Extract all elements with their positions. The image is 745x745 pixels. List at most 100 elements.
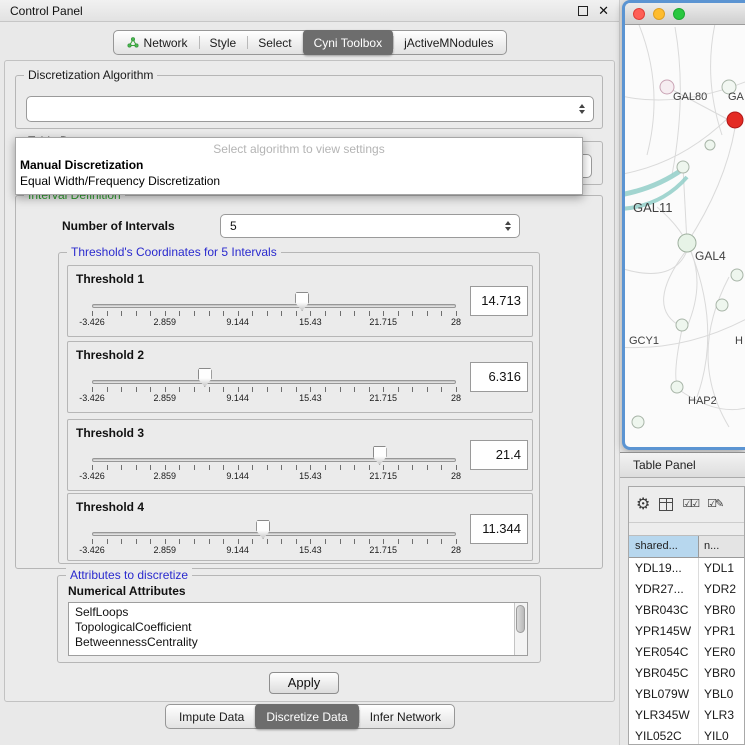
table-cell-name[interactable]: YIL0	[699, 726, 744, 745]
gear-icon[interactable]: ⚙	[636, 497, 650, 513]
popup-item-equal-width-frequency[interactable]: Equal Width/Frequency Discretization	[16, 173, 582, 189]
algorithm-combobox[interactable]	[26, 96, 594, 122]
tab-select[interactable]: Select	[247, 32, 302, 53]
network-node[interactable]	[671, 381, 683, 393]
slider-tick	[165, 465, 166, 470]
table-splitter[interactable]	[629, 523, 744, 536]
attribute-list-item[interactable]: TopologicalCoefficient	[75, 620, 514, 635]
close-window-icon[interactable]: ✕	[598, 4, 609, 17]
selected-network-node[interactable]	[727, 112, 743, 128]
tab-discretize-data[interactable]: Discretize Data	[255, 704, 358, 729]
table-cell-shared-name[interactable]: YIL052C	[629, 726, 699, 745]
threshold-value-field[interactable]: 14.713	[470, 286, 528, 316]
apply-button[interactable]: Apply	[269, 672, 339, 694]
threshold-panel: Threshold 1 14.713 -3.4262.8599.14415.43…	[67, 265, 533, 337]
slider-tick	[310, 387, 311, 392]
number-of-intervals-spinner[interactable]: 5	[220, 214, 520, 238]
table-cell-shared-name[interactable]: YBR043C	[629, 600, 699, 621]
slider-handle[interactable]	[256, 520, 270, 539]
table-row[interactable]: YBL079WYBL0	[629, 684, 744, 705]
spinner-arrows-icon[interactable]	[505, 221, 511, 231]
table-row[interactable]: YER054CYER0	[629, 642, 744, 663]
table-cell-shared-name[interactable]: YPR145W	[629, 621, 699, 642]
tab-jactivemnodules[interactable]: jActiveMNodules	[393, 32, 504, 53]
slider-tick	[165, 387, 166, 392]
network-node[interactable]	[678, 234, 696, 252]
edit-values-icon[interactable]: ☑✎	[707, 499, 722, 510]
slider-tick	[398, 387, 399, 392]
network-node[interactable]	[731, 269, 743, 281]
thresholds-coordinates-group: Threshold's Coordinates for 5 Intervals …	[58, 252, 540, 564]
slider-tick	[383, 539, 384, 544]
table-row[interactable]: YBR043CYBR0	[629, 600, 744, 621]
slider-handle[interactable]	[198, 368, 212, 387]
column-header-shared-name[interactable]: shared...	[629, 536, 699, 557]
table-cell-name[interactable]: YPR1	[699, 621, 744, 642]
tab-style[interactable]: Style	[199, 32, 248, 53]
slider-tick	[340, 311, 341, 316]
network-node[interactable]	[676, 319, 688, 331]
table-cell-name[interactable]: YLR3	[699, 705, 744, 726]
slider-track[interactable]	[92, 380, 456, 384]
slider-track[interactable]	[92, 532, 456, 536]
table-cell-shared-name[interactable]: YBR045C	[629, 663, 699, 684]
list-scrollbar[interactable]	[514, 603, 527, 655]
slider-tick	[398, 465, 399, 470]
table-row[interactable]: YIL052CYIL0	[629, 726, 744, 745]
tab-network[interactable]: Network	[116, 32, 199, 53]
slider-track[interactable]	[92, 458, 456, 462]
network-node[interactable]	[677, 161, 689, 173]
attribute-list-item[interactable]: SelfLoops	[75, 605, 514, 620]
table-cell-shared-name[interactable]: YBL079W	[629, 684, 699, 705]
table-cell-name[interactable]: YBR0	[699, 663, 744, 684]
tab-infer-network[interactable]: Infer Network	[359, 706, 452, 727]
table-cell-name[interactable]: YDR2	[699, 579, 744, 600]
zoom-traffic-light-icon[interactable]	[673, 8, 685, 20]
table-cell-shared-name[interactable]: YDL19...	[629, 558, 699, 579]
slider-tick	[441, 387, 442, 392]
network-node[interactable]	[705, 140, 715, 150]
network-nodes[interactable]	[632, 80, 743, 428]
tab-label: Discretize Data	[266, 710, 347, 724]
slider-tick	[456, 539, 457, 544]
column-header-name[interactable]: n...	[699, 536, 744, 557]
bottom-tab-bar: Impute Data Discretize Data Infer Networ…	[0, 704, 620, 729]
float-window-icon[interactable]	[578, 6, 588, 16]
threshold-value-field[interactable]: 11.344	[470, 514, 528, 544]
table-row[interactable]: YLR345WYLR3	[629, 705, 744, 726]
slider-tick	[383, 387, 384, 392]
table-row[interactable]: YBR045CYBR0	[629, 663, 744, 684]
popup-item-manual-discretization[interactable]: Manual Discretization	[16, 157, 582, 173]
table-cell-name[interactable]: YDL1	[699, 558, 744, 579]
table-row[interactable]: YDL19...YDL1	[629, 558, 744, 579]
threshold-value-field[interactable]: 21.4	[470, 440, 528, 470]
tab-cyni-toolbox[interactable]: Cyni Toolbox	[303, 30, 393, 55]
network-node[interactable]	[632, 416, 644, 428]
slider-scale-label: 28	[451, 545, 461, 555]
attribute-list-item[interactable]: BetweennessCentrality	[75, 635, 514, 650]
select-columns-icon[interactable]: ☑☑	[682, 499, 698, 510]
table-cell-shared-name[interactable]: YLR345W	[629, 705, 699, 726]
tab-impute-data[interactable]: Impute Data	[168, 706, 255, 727]
table-cell-shared-name[interactable]: YDR27...	[629, 579, 699, 600]
slider-track[interactable]	[92, 304, 456, 308]
table-columns-icon[interactable]	[659, 498, 673, 511]
scrollbar-thumb[interactable]	[516, 605, 525, 633]
network-canvas[interactable]: GAL80 GA GAL11 GAL4 GCY1 H HAP2	[625, 25, 745, 447]
minimize-traffic-light-icon[interactable]	[653, 8, 665, 20]
network-node[interactable]	[660, 80, 674, 94]
network-node[interactable]	[716, 299, 728, 311]
table-cell-shared-name[interactable]: YER054C	[629, 642, 699, 663]
table-cell-name[interactable]: YBR0	[699, 600, 744, 621]
close-traffic-light-icon[interactable]	[633, 8, 645, 20]
table-row[interactable]: YDR27...YDR2	[629, 579, 744, 600]
slider-tick	[456, 311, 457, 316]
threshold-value-field[interactable]: 6.316	[470, 362, 528, 392]
slider-handle[interactable]	[373, 446, 387, 465]
table-row[interactable]: YPR145WYPR1	[629, 621, 744, 642]
slider-handle[interactable]	[295, 292, 309, 311]
network-view-window: GAL80 GA GAL11 GAL4 GCY1 H HAP2	[622, 0, 745, 450]
table-cell-name[interactable]: YBL0	[699, 684, 744, 705]
slider-scale-label: -3.426	[79, 317, 105, 327]
table-cell-name[interactable]: YER0	[699, 642, 744, 663]
